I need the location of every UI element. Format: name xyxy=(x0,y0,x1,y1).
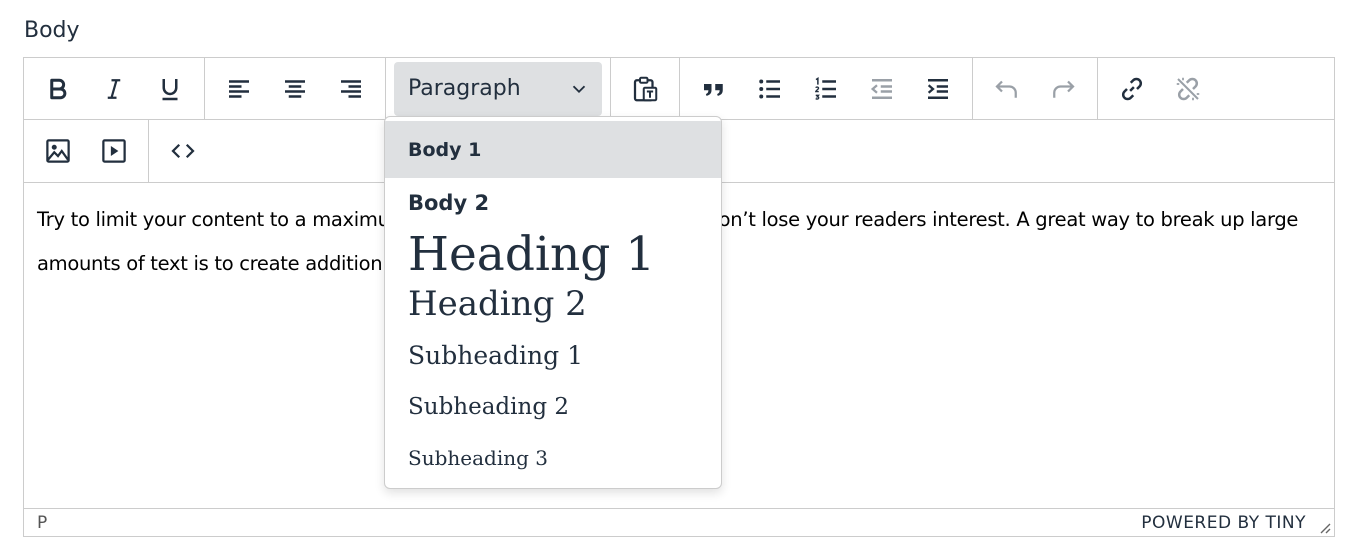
toolbar-row-1: Paragraph xyxy=(24,58,1334,120)
menu-item-subheading-2[interactable]: Subheading 2 xyxy=(385,382,721,432)
link-group xyxy=(1098,58,1222,119)
numbered-list-button[interactable] xyxy=(802,65,850,113)
blockquote-button[interactable] xyxy=(690,65,738,113)
alignment-group xyxy=(205,58,386,119)
italic-icon xyxy=(107,78,121,99)
indent-icon xyxy=(927,78,948,99)
undo-button[interactable] xyxy=(983,65,1031,113)
underline-icon xyxy=(162,78,178,100)
block-tools-group xyxy=(680,58,973,119)
redo-button[interactable] xyxy=(1039,65,1087,113)
insert-media-button[interactable] xyxy=(90,127,138,175)
menu-item-body-1[interactable]: Body 1 xyxy=(385,121,721,178)
unlink-icon xyxy=(1176,77,1200,100)
underline-button[interactable] xyxy=(146,65,194,113)
content-text: Try to limit your content to a maximu xyxy=(37,208,390,231)
numbered-list-icon xyxy=(815,76,836,100)
powered-by-link[interactable]: POWERED BY TINY xyxy=(1141,513,1306,533)
italic-button[interactable] xyxy=(90,65,138,113)
insert-link-button[interactable] xyxy=(1108,65,1156,113)
block-format-select[interactable]: Paragraph xyxy=(394,61,602,116)
bold-icon xyxy=(50,78,67,99)
bullet-list-icon xyxy=(759,79,780,98)
paste-text-icon xyxy=(633,76,658,101)
menu-item-subheading-1[interactable]: Subheading 1 xyxy=(385,328,721,382)
history-group xyxy=(973,58,1098,119)
indent-button[interactable] xyxy=(914,65,962,113)
menu-item-heading-2[interactable]: Heading 2 xyxy=(385,280,721,328)
undo-icon xyxy=(995,80,1017,98)
field-label: Body xyxy=(24,18,80,43)
media-group xyxy=(24,120,149,182)
align-left-button[interactable] xyxy=(215,65,263,113)
outdent-button[interactable] xyxy=(858,65,906,113)
redo-icon xyxy=(1053,80,1075,98)
align-right-button[interactable] xyxy=(327,65,375,113)
text-style-group xyxy=(24,58,205,119)
status-bar: P POWERED BY TINY xyxy=(24,508,1334,536)
remove-link-button[interactable] xyxy=(1164,65,1212,113)
menu-item-body-2[interactable]: Body 2 xyxy=(385,178,721,228)
element-path[interactable]: P xyxy=(37,513,47,533)
content-text: on’t lose your readers interest. A great… xyxy=(718,208,1299,231)
align-right-icon xyxy=(341,79,361,98)
link-icon xyxy=(1121,77,1143,100)
outdent-icon xyxy=(870,78,892,99)
block-format-label: Paragraph xyxy=(408,76,521,101)
menu-item-heading-1[interactable]: Heading 1 xyxy=(385,227,721,282)
menu-item-subheading-3[interactable]: Subheading 3 xyxy=(385,432,721,484)
bold-button[interactable] xyxy=(34,65,82,113)
video-icon xyxy=(102,139,126,163)
source-code-button[interactable] xyxy=(159,127,207,175)
align-left-icon xyxy=(229,79,249,98)
image-icon xyxy=(46,139,70,163)
block-format-menu: Body 1 Body 2 Heading 1 Heading 2 Subhea… xyxy=(384,116,722,489)
paste-group xyxy=(611,58,680,119)
quote-icon xyxy=(704,83,723,96)
align-center-button[interactable] xyxy=(271,65,319,113)
code-icon xyxy=(171,143,195,159)
block-format-group: Paragraph xyxy=(386,58,611,119)
content-text: amounts of text is to create addition xyxy=(37,252,383,275)
insert-image-button[interactable] xyxy=(34,127,82,175)
resize-handle-icon[interactable] xyxy=(1317,520,1331,534)
bullet-list-button[interactable] xyxy=(746,65,794,113)
paste-as-text-button[interactable] xyxy=(621,65,669,113)
chevron-down-icon xyxy=(572,85,586,93)
align-center-icon xyxy=(285,79,305,98)
code-group xyxy=(149,120,217,182)
